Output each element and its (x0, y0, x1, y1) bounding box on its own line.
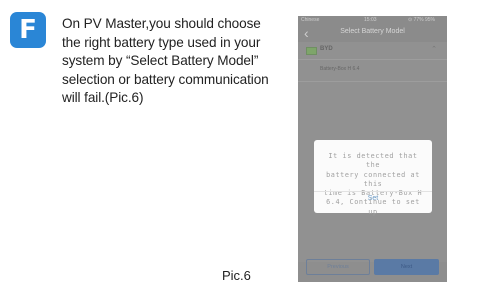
figure-caption: Pic.6 (222, 268, 251, 283)
set-button[interactable]: Set (314, 195, 432, 202)
dialog-message: It is detected that the battery connecte… (322, 152, 424, 217)
dialog-divider (314, 191, 432, 192)
status-time: 15:03 (364, 17, 377, 23)
instruction-line: selection or battery communication (62, 71, 269, 87)
status-carrier: Chinese (301, 17, 320, 23)
page-title: Select Battery Model (340, 28, 405, 35)
battery-list: BYD ⌃ Battery-Box H 6.4 It is detected t… (298, 42, 447, 262)
brand-row[interactable]: BYD ⌃ (298, 42, 447, 60)
detection-dialog: It is detected that the battery connecte… (314, 140, 432, 216)
previous-button[interactable]: Previous (306, 259, 370, 275)
instruction-line: system by “Select Battery Model” (62, 53, 259, 69)
nav-bar: ‹ Select Battery Model (298, 25, 447, 42)
instruction-line: the right battery type used in your (62, 34, 261, 50)
instruction-line: On PV Master,you should choose (62, 16, 261, 31)
battery-icon (306, 47, 317, 55)
status-right: ⊙ 77% 95% (408, 17, 435, 23)
model-label: Battery-Box H 6.4 (320, 66, 360, 72)
phone-screenshot: Chinese 15:03 ⊙ 77% 95% ‹ Select Battery… (298, 16, 447, 282)
dialog-line: battery connected at this (326, 170, 420, 188)
brand-label: BYD (320, 46, 333, 52)
dialog-line: It is detected that the (328, 152, 418, 170)
status-bar: Chinese 15:03 ⊙ 77% 95% (298, 16, 447, 25)
next-button[interactable]: Next (374, 259, 439, 275)
model-row[interactable]: Battery-Box H 6.4 (298, 60, 447, 82)
instruction-line: will fail.(Pic.6) (62, 90, 144, 106)
instruction-text: On PV Master,you should choose the right… (62, 15, 272, 108)
step-badge: F (10, 12, 46, 48)
chevron-up-icon: ⌃ (431, 46, 437, 53)
